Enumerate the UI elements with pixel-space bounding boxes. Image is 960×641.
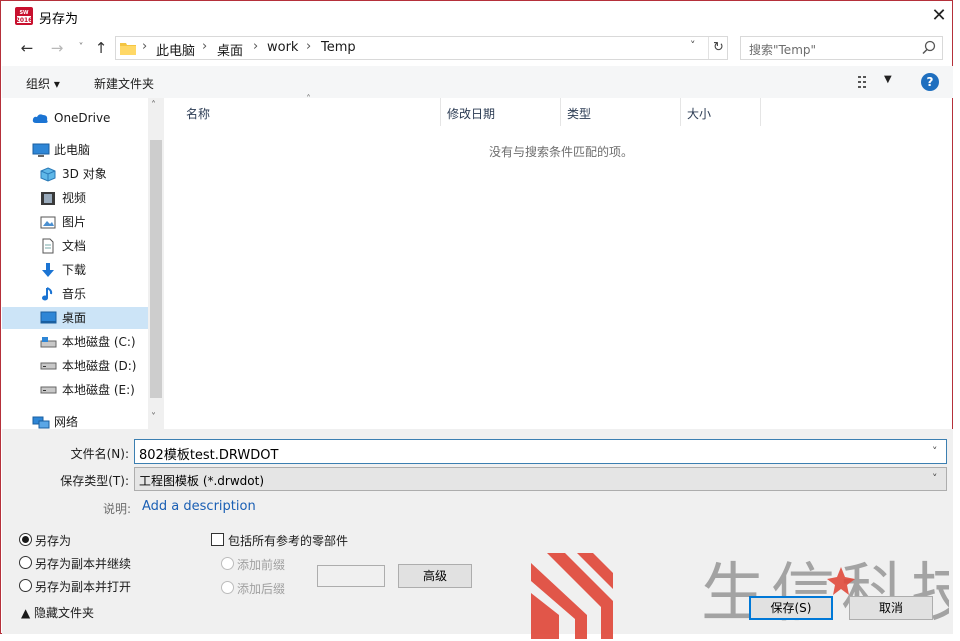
column-divider[interactable]	[440, 98, 441, 126]
column-header-size[interactable]: 大小	[687, 105, 711, 122]
column-header-name[interactable]: 名称	[186, 105, 210, 122]
sidebar-scrollbar[interactable]: ˄ ˅	[148, 98, 164, 429]
chevron-down-icon[interactable]: ˅	[932, 472, 938, 485]
sidebar-item-pictures[interactable]: 图片	[2, 211, 148, 233]
close-button[interactable]: ✕	[927, 4, 951, 28]
include-references-checkbox[interactable]	[211, 533, 224, 546]
breadcrumb-separator: ›	[306, 39, 312, 54]
watermark-logo: 生信科技	[531, 553, 949, 639]
save-copy-continue-label: 另存为副本并继续	[35, 557, 132, 571]
sidebar-item-drive-c[interactable]: 本地磁盘 (C:)	[2, 331, 148, 353]
add-suffix-label: 添加后缀	[237, 582, 286, 596]
sidebar-item-music[interactable]: 音乐	[2, 283, 148, 305]
forward-button[interactable]: →	[47, 37, 67, 59]
drive-c-icon	[40, 337, 57, 348]
empty-folder-message: 没有与搜索条件匹配的项。	[489, 145, 634, 159]
sidebar-item-drive-e[interactable]: 本地磁盘 (E:)	[2, 379, 148, 401]
save-copy-continue-radio[interactable]	[19, 556, 32, 569]
scrollbar-thumb[interactable]	[150, 140, 162, 398]
sort-ascending-icon: ˄	[306, 94, 311, 105]
filename-label: 文件名(N):	[70, 447, 129, 461]
drive-icon	[40, 362, 57, 370]
network-icon	[32, 416, 50, 429]
command-toolbar: 组织 ▾ 新建文件夹 ▼ ?	[2, 66, 953, 98]
column-header-date-modified[interactable]: 修改日期	[447, 105, 495, 122]
chevron-down-icon[interactable]: ˅	[690, 39, 696, 52]
drive-icon	[40, 386, 57, 394]
documents-icon	[42, 238, 54, 254]
save-as-dialog: 2016 SW 另存为 ✕ ← → ˅ ↑ › 此电脑 › 桌面 › work …	[0, 0, 953, 639]
add-prefix-radio[interactable]	[221, 557, 234, 570]
description-label: 说明:	[102, 502, 131, 516]
save-copy-open-label: 另存为副本并打开	[35, 580, 132, 594]
sidebar-item-onedrive[interactable]: OneDrive	[2, 107, 148, 129]
svg-text:2016: 2016	[16, 17, 33, 24]
download-icon	[42, 263, 54, 277]
solidworks-app-icon: 2016 SW	[15, 7, 33, 25]
breadcrumb-separator: ›	[202, 39, 208, 54]
address-bar[interactable]: › 此电脑 › 桌面 › work › Temp ˅ ↻	[115, 36, 728, 60]
save-as-label: 另存为	[35, 534, 72, 548]
filetype-select[interactable]: 工程图模板 (*.drwdot) ˅	[134, 467, 947, 491]
sidebar-item-videos[interactable]: 视频	[2, 187, 148, 209]
filetype-value: 工程图模板 (*.drwdot)	[139, 474, 265, 488]
advanced-button[interactable]: 高级	[398, 564, 472, 588]
new-folder-button[interactable]: 新建文件夹	[94, 75, 154, 92]
back-button[interactable]: ←	[17, 37, 37, 59]
music-icon	[42, 287, 53, 301]
recent-locations-button[interactable]: ˅	[71, 37, 91, 59]
pictures-icon	[40, 216, 56, 229]
sidebar-item-downloads[interactable]: 下载	[2, 259, 148, 281]
breadcrumb-separator: ›	[253, 39, 259, 54]
sidebar-item-3d-objects[interactable]: 3D 对象	[2, 163, 148, 185]
breadcrumb-work[interactable]: work	[267, 40, 298, 55]
column-divider[interactable]	[680, 98, 681, 126]
scroll-up-icon[interactable]: ˄	[151, 100, 156, 111]
view-dropdown-icon[interactable]: ▼	[884, 74, 892, 85]
breadcrumb-desktop[interactable]: 桌面	[217, 40, 243, 59]
save-as-radio[interactable]	[19, 533, 32, 546]
chevron-down-icon[interactable]: ˅	[932, 445, 938, 458]
save-copy-open-radio[interactable]	[19, 579, 32, 592]
include-references-label: 包括所有参考的零部件	[228, 534, 349, 548]
breadcrumb-this-pc[interactable]: 此电脑	[156, 40, 195, 59]
add-suffix-radio[interactable]	[221, 581, 234, 594]
search-icon[interactable]	[921, 40, 937, 56]
computer-icon	[32, 143, 50, 157]
svg-text:SW: SW	[19, 10, 29, 16]
desktop-icon	[40, 311, 57, 324]
save-button[interactable]: 保存(S)	[749, 596, 833, 620]
column-divider[interactable]	[760, 98, 761, 126]
sidebar-item-desktop[interactable]: 桌面	[2, 307, 148, 329]
filename-field[interactable]: 802模板test.DRWDOT ˅	[134, 439, 947, 464]
sidebar-item-drive-d[interactable]: 本地磁盘 (D:)	[2, 355, 148, 377]
window-title: 另存为	[39, 12, 79, 27]
organize-button[interactable]: 组织 ▾	[26, 75, 60, 92]
3d-objects-icon	[40, 167, 56, 182]
sidebar-item-this-pc[interactable]: 此电脑	[2, 139, 148, 161]
scroll-down-icon[interactable]: ˅	[151, 412, 156, 423]
view-options-icon[interactable]	[857, 75, 875, 89]
filetype-label: 保存类型(T):	[60, 474, 129, 488]
column-divider[interactable]	[560, 98, 561, 126]
cloud-icon	[32, 114, 48, 123]
filename-value: 802模板test.DRWDOT	[139, 448, 279, 463]
add-prefix-label: 添加前缀	[237, 558, 286, 572]
search-placeholder: 搜索"Temp"	[749, 43, 817, 57]
breadcrumb-temp[interactable]: Temp	[321, 40, 356, 55]
help-icon[interactable]: ?	[921, 73, 939, 91]
breadcrumb-separator: ›	[142, 39, 148, 54]
hide-folders-button[interactable]: ▲ 隐藏文件夹	[21, 604, 94, 621]
column-header-type[interactable]: 类型	[567, 105, 591, 122]
cancel-button[interactable]: 取消	[849, 596, 933, 620]
navigation-pane: OneDrive 此电脑 3D 对象 视频 图片 文档 下载 音乐 桌面 本地磁…	[2, 98, 164, 429]
video-icon	[41, 192, 55, 205]
folder-icon	[120, 43, 136, 55]
add-description-link[interactable]: Add a description	[142, 499, 256, 514]
refresh-icon[interactable]: ↻	[708, 37, 728, 59]
sidebar-item-documents[interactable]: 文档	[2, 235, 148, 257]
up-button[interactable]: ↑	[91, 37, 111, 59]
search-input[interactable]: 搜索"Temp"	[740, 36, 943, 60]
prefix-suffix-input[interactable]	[317, 565, 385, 587]
